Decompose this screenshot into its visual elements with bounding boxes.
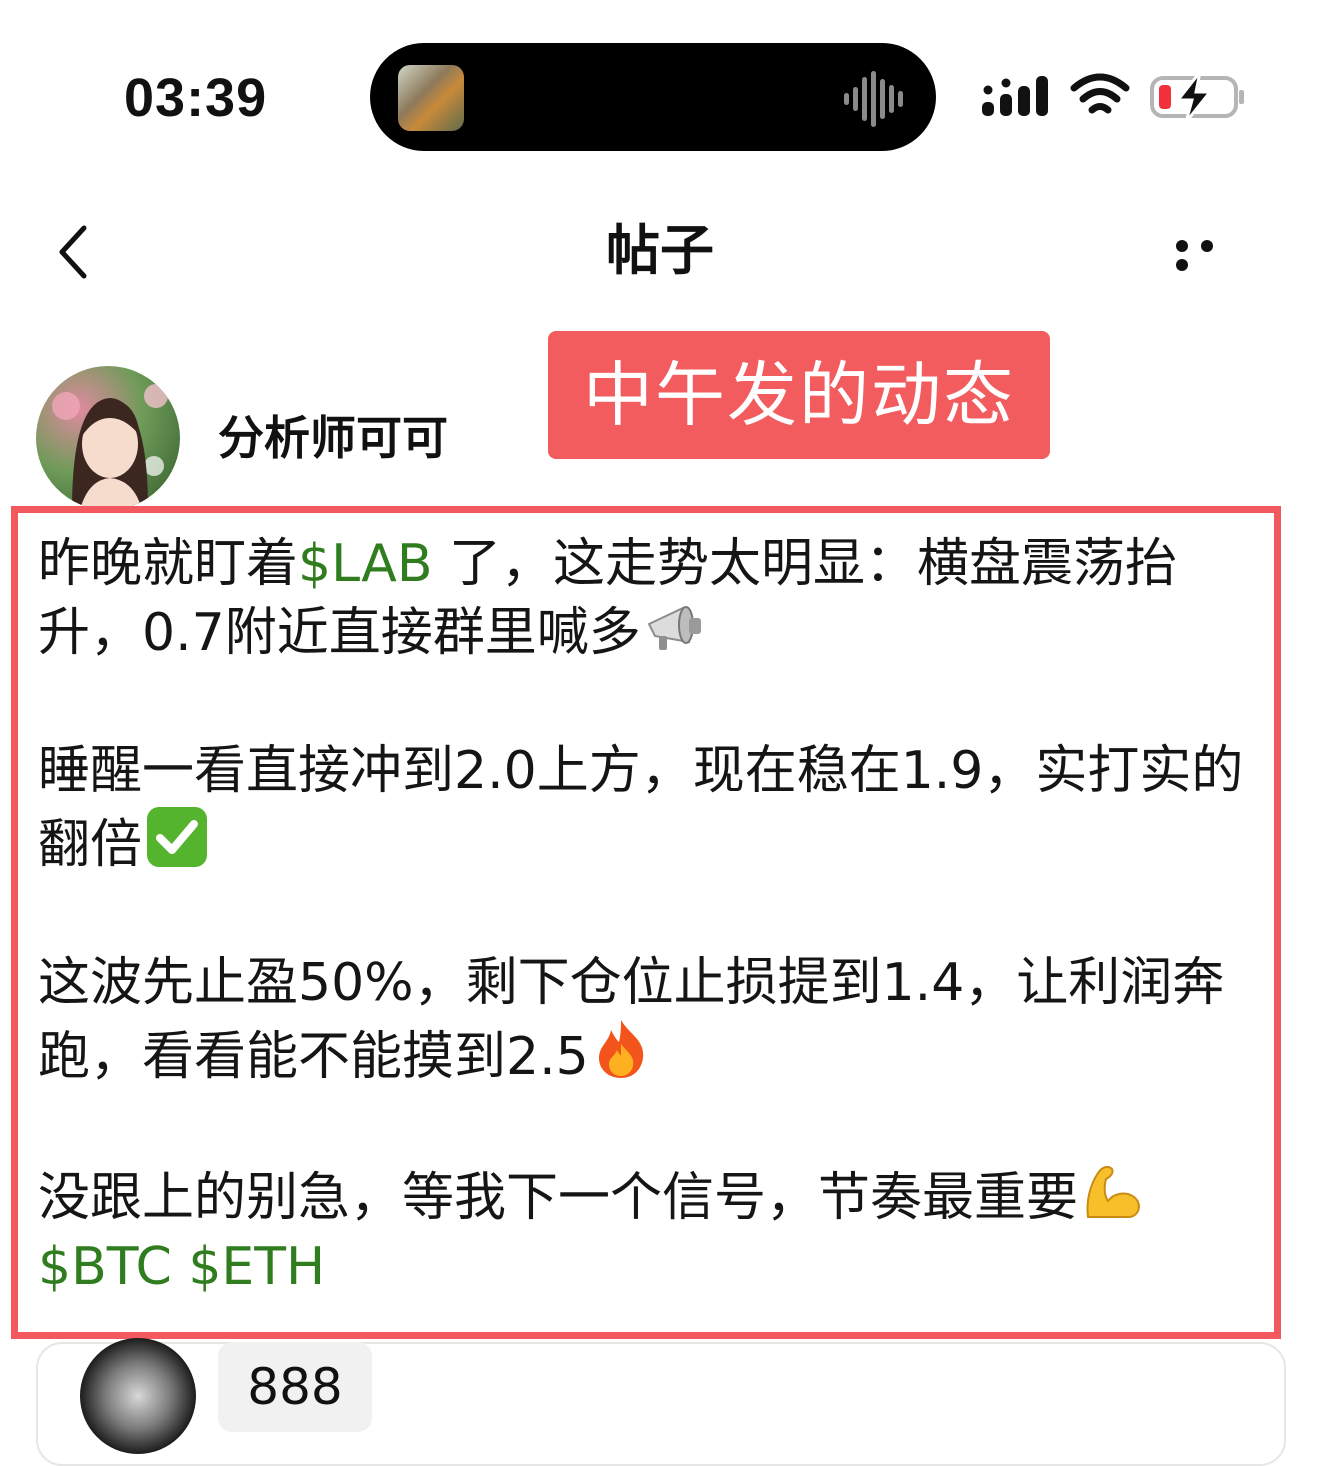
status-icons [978,70,1248,130]
media-artwork-thumbnail[interactable] [398,65,464,131]
post-text-segment: 昨晚就盯着 [38,534,299,594]
page-title: 帖子 [606,219,714,282]
loudspeaker-emoji [647,606,701,650]
check-mark-emoji [147,807,208,867]
ticker-link-eth[interactable]: $ETH [188,1237,325,1297]
post-text-segment: 没跟上的别急，等我下一个信号，节奏最重要 [38,1168,1079,1228]
flexed-biceps-emoji [1086,1165,1140,1218]
post-paragraph: 睡醒一看直接冲到2.0上方，现在稳在1.9，实打实的翻倍 [38,737,1270,880]
dynamic-island[interactable] [370,43,936,151]
more-button[interactable] [1176,240,1248,271]
wifi-icon [1070,73,1130,114]
author-avatar[interactable] [36,366,180,510]
cellular-signal-icon [982,76,1048,116]
ticker-link-lab[interactable]: $LAB [298,534,433,594]
post-paragraph: 这波先止盈50%，剩下仓位止损提到1.4，让利润奔跑，看看能不能摸到2.5 [38,949,1270,1092]
commenter-avatar[interactable] [80,1338,196,1454]
count-badge[interactable]: 888 [218,1342,372,1432]
post-text-segment: 睡醒一看直接冲到2.0上方，现在稳在1.9，实打实的翻倍 [38,741,1244,875]
post-content: 昨晚就盯着$LAB 了，这走势太明显：横盘震荡抬升，0.7附近直接群里喊多 睡醒… [38,530,1270,1302]
more-horizontal-icon [1176,240,1188,252]
post-paragraph: 昨晚就盯着$LAB 了，这走势太明显：横盘震荡抬升，0.7附近直接群里喊多 [38,530,1270,668]
battery-charging-low-icon [1150,71,1244,123]
author-name[interactable]: 分析师可可 [218,410,448,466]
annotation-label: 中午发的动态 [548,331,1050,459]
post-paragraph: 没跟上的别急，等我下一个信号，节奏最重要 $BTC $ETH [38,1161,1270,1302]
ticker-link-btc[interactable]: $BTC [38,1237,172,1297]
audio-waveform-icon [844,71,903,127]
status-time: 03:39 [124,68,268,128]
fire-emoji [598,1020,643,1078]
